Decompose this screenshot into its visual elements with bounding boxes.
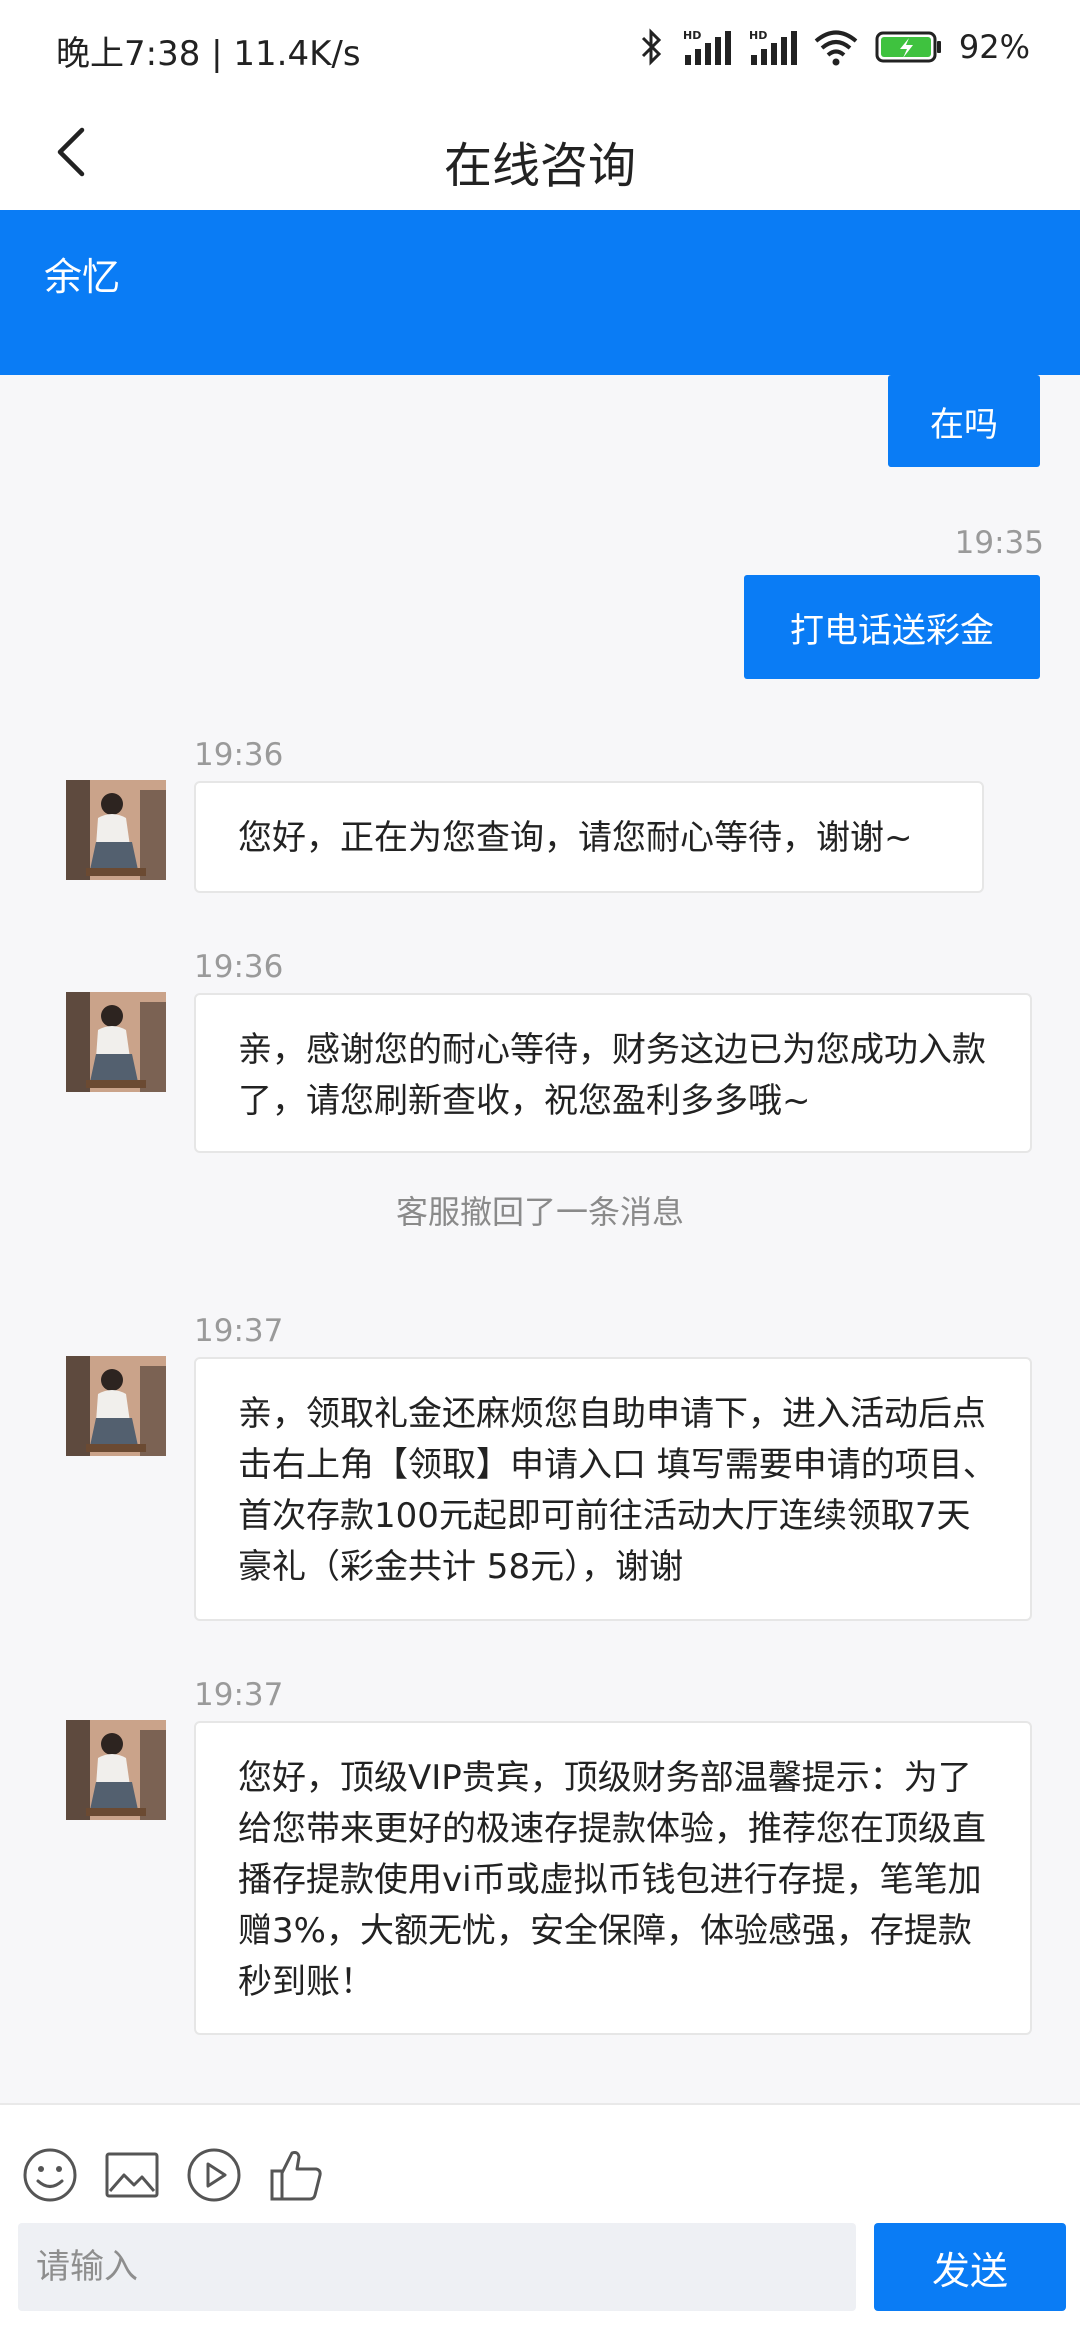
video-button[interactable]	[184, 2145, 244, 2205]
status-icons: HD HD 92%	[639, 24, 1030, 70]
emoji-button[interactable]	[20, 2145, 80, 2205]
like-button[interactable]	[266, 2145, 326, 2205]
message-time: 19:37	[194, 1313, 284, 1349]
chat-area[interactable]: 在吗 19:35 打电话送彩金 19:36 您好，正在为您查询，请您耐心等待，谢…	[0, 375, 1080, 2103]
incoming-message[interactable]: 亲，领取礼金还麻烦您自助申请下，进入活动后点击右上角【领取】申请入口 填写需要申…	[194, 1357, 1032, 1621]
nav-bar: 在线咨询	[0, 96, 1080, 210]
avatar[interactable]	[66, 1356, 166, 1456]
message-time: 19:36	[194, 949, 284, 985]
image-button[interactable]	[102, 2145, 162, 2205]
message-time: 19:36	[194, 737, 284, 773]
agent-avatar-photo	[66, 1356, 166, 1456]
message-time: 19:35	[954, 525, 1044, 561]
send-button[interactable]: 发送	[874, 2223, 1066, 2311]
incoming-message[interactable]: 您好，顶级VIP贵宾，顶级财务部温馨提示：为了给您带来更好的极速存提款体验，推荐…	[194, 1721, 1032, 2035]
outgoing-message[interactable]: 打电话送彩金	[744, 575, 1040, 679]
avatar[interactable]	[66, 992, 166, 1092]
bluetooth-icon	[641, 28, 661, 66]
avatar[interactable]	[66, 780, 166, 880]
message-input[interactable]	[18, 2223, 856, 2311]
video-icon	[187, 2148, 241, 2202]
battery-icon	[875, 31, 941, 63]
incoming-message[interactable]: 亲，感谢您的耐心等待，财务这边已为您成功入款了，请您刷新查收，祝您盈利多多哦~	[194, 993, 1032, 1153]
input-bar: 发送	[0, 2103, 1080, 2340]
page-title: 在线咨询	[443, 138, 636, 194]
agent-avatar-photo	[66, 992, 166, 1092]
status-bar: 晚上7:38 | 11.4K/s HD HD 92%	[0, 0, 1080, 96]
agent-name: 余忆	[44, 255, 121, 299]
recall-notice: 客服撤回了一条消息	[395, 1193, 684, 1231]
incoming-message[interactable]: 您好，正在为您查询，请您耐心等待，谢谢~	[194, 781, 984, 893]
signal-icon: HD	[683, 29, 731, 65]
agent-avatar-photo	[66, 780, 166, 880]
svg-text:HD: HD	[749, 29, 767, 42]
status-time: 晚上7:38 | 11.4K/s	[56, 34, 361, 74]
svg-text:HD: HD	[683, 29, 701, 42]
battery-percentage: 92%	[958, 28, 1030, 66]
outgoing-message[interactable]: 在吗	[888, 375, 1040, 467]
wifi-icon	[814, 30, 858, 66]
message-time: 19:37	[194, 1677, 284, 1713]
agent-avatar-photo	[66, 1720, 166, 1820]
agent-banner: 余忆	[0, 210, 1080, 375]
emoji-icon	[23, 2148, 77, 2202]
thumbs-up-icon	[270, 2151, 322, 2201]
avatar[interactable]	[66, 1720, 166, 1820]
image-icon	[105, 2152, 159, 2198]
signal-icon: HD	[749, 29, 797, 65]
